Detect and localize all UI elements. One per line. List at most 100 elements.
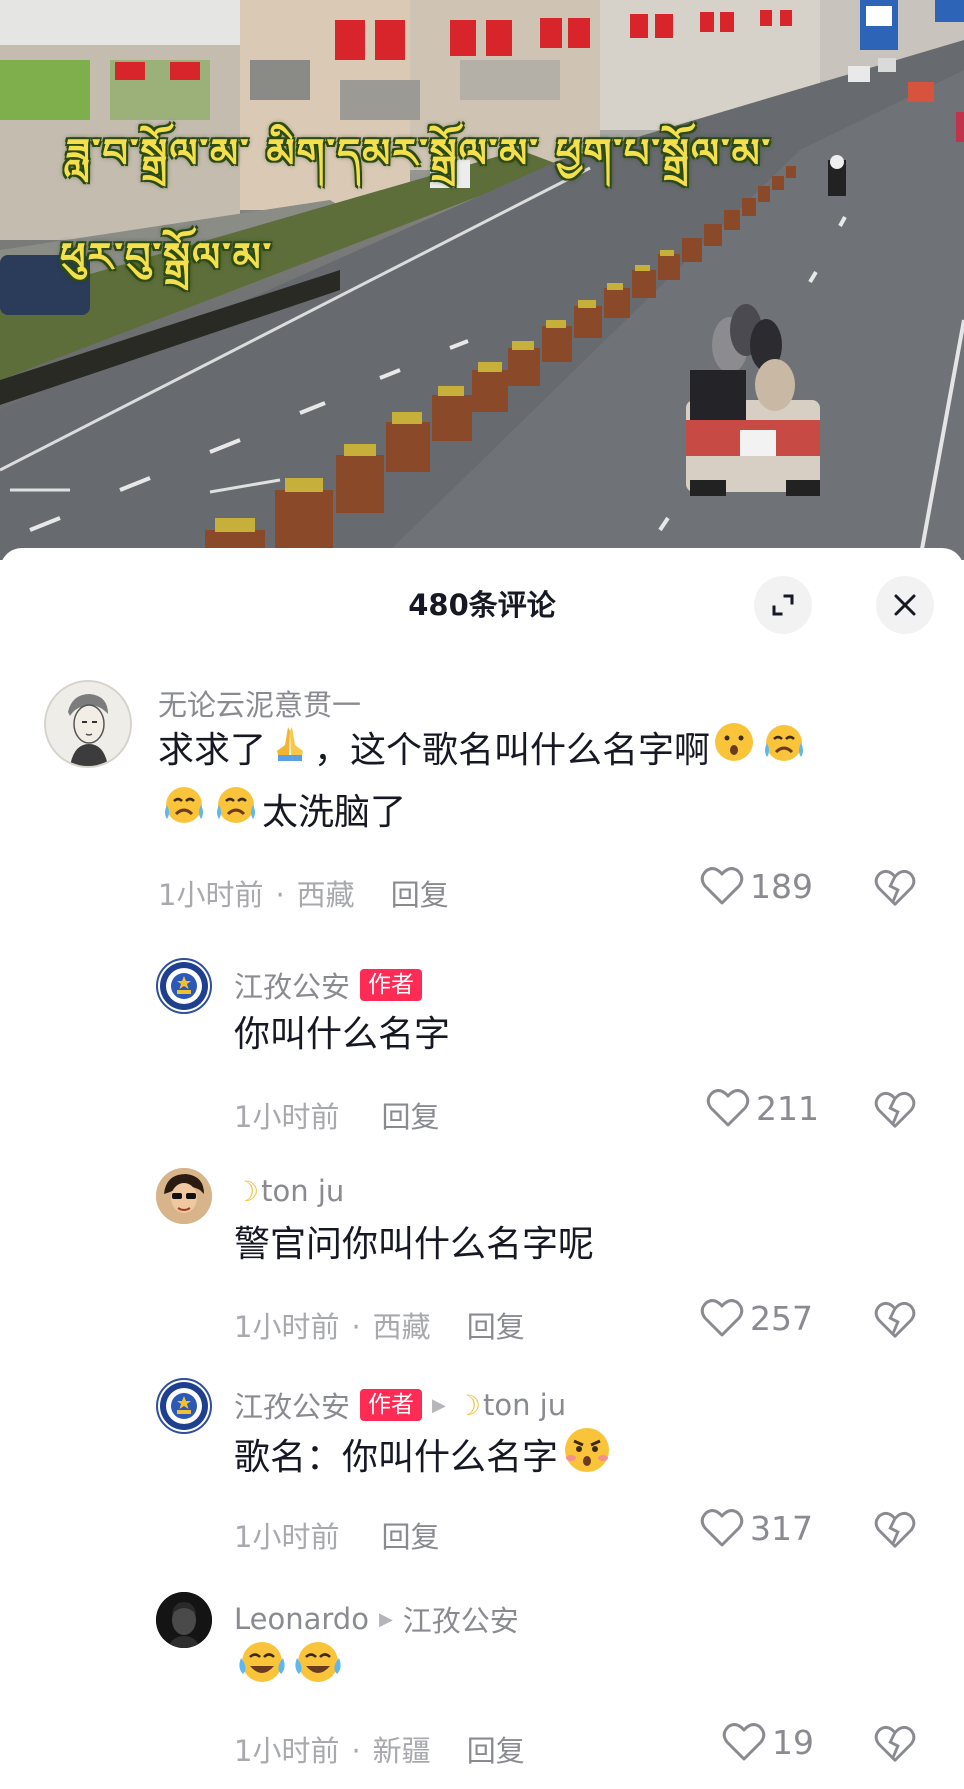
moon-icon: ☽ [234,1174,260,1208]
moon-icon: ☽ [455,1388,481,1422]
reply-to-arrow-icon: ▶ [432,1394,446,1416]
reply-button[interactable]: 回复 [391,878,449,912]
like-count: 189 [750,866,813,906]
comment-username[interactable]: 江孜公安 作者 ▶ ☽ ton ju [234,1384,566,1426]
heart-icon [700,1509,744,1547]
reply-button[interactable]: 回复 [381,1520,439,1554]
crying-face-emoji-icon [761,721,807,783]
comment-meta: 1小时前 · 新疆 回复 [234,1734,525,1768]
dislike-button[interactable] [874,1724,916,1768]
comment-text-line2: 太洗脑了 [158,782,406,845]
close-button[interactable] [876,576,934,634]
shocked-face-emoji-icon [561,1424,613,1494]
comment-text-part: 警官问你叫什么名字呢 [234,1224,595,1265]
reply-button[interactable]: 回复 [381,1100,439,1134]
comment-location: 西藏 [372,1310,431,1344]
reply-item: 江孜公安 作者 ▶ ☽ ton ju 歌名：你叫什么名字 1小时前 回复 317 [0,1378,964,1568]
comment-text: 求求了 ，这个歌名叫什么名字啊 [158,720,810,783]
comment-username[interactable]: 江孜公安 作者 [234,964,423,1006]
comment-count-title: 480条评论 [408,588,556,622]
comment-text-part: 求求了 [158,730,267,771]
comment-item: 无论云泥意贯一 求求了 ，这个歌名叫什么名字啊 太洗脑了 1小时前 · 西藏 回复 1… [0,680,964,940]
username-text: ton ju [261,1174,345,1208]
heart-icon [706,1089,750,1127]
comment-location: 新疆 [372,1734,431,1768]
heart-icon [700,867,744,905]
username-text: 江孜公安 [234,1390,351,1424]
broken-heart-icon [874,1725,916,1762]
reply-item: 江孜公安 作者 你叫什么名字 1小时前 回复 211 [0,958,964,1148]
like-button[interactable]: 189 [700,866,813,906]
reply-item: Leonardo ▶ 江孜公安 1小时前 · 新疆 回复 19 [0,1592,964,1782]
comment-text: 歌名：你叫什么名字 [234,1424,616,1494]
comment-text-part: 太洗脑了 [262,792,407,833]
dislike-button[interactable] [874,1090,916,1134]
like-count: 257 [750,1298,813,1338]
reply-item: ☽ ton ju 警官问你叫什么名字呢 1小时前 · 西藏 回复 257 [0,1168,964,1358]
comment-time: 1小时前 [234,1734,340,1768]
broken-heart-icon [874,869,916,906]
like-button[interactable]: 19 [722,1722,814,1762]
comment-username[interactable]: Leonardo ▶ 江孜公安 [234,1598,519,1640]
video-player[interactable]: ཟླ་བ་སྒྲོལ་མ་ མིག་དམར་སྒྲོལ་མ་ ཕྱག་པ་སྒྲ… [0,0,964,560]
police-emblem-icon [160,962,208,1010]
reply-button[interactable]: 回复 [467,1310,525,1344]
broken-heart-icon [874,1301,916,1338]
comment-text: 你叫什么名字 [234,1004,450,1066]
comment-location: 西藏 [296,878,355,912]
comment-time: 1小时前 [234,1100,340,1134]
comment-meta: 1小时前 回复 [234,1094,439,1136]
comments-sheet: 480条评论 无论云泥意贯一 求求了 ，这个歌名叫什么名字啊 太洗脑了 1小时前… [0,548,964,1789]
police-emblem-icon [160,1382,208,1430]
broken-heart-icon [874,1091,916,1128]
video-caption-line-1: ཟླ་བ་སྒྲོལ་མ་ མིག་དམར་སྒྲོལ་མ་ ཕྱག་པ་སྒྲ… [66,131,773,177]
comment-username[interactable]: 无论云泥意贯一 [158,682,361,724]
comment-text: 警官问你叫什么名字呢 [234,1214,594,1276]
comment-text-part: 歌名：你叫什么名字 [234,1437,559,1478]
avatar[interactable] [156,1378,212,1434]
comment-time: 1小时前 [234,1520,340,1554]
avatar[interactable] [156,958,212,1014]
like-count: 211 [756,1088,819,1128]
like-count: 317 [750,1508,813,1548]
tears-of-joy-emoji-icon [237,1638,287,1706]
avatar[interactable] [156,1592,212,1648]
crying-face-emoji-icon [161,783,207,845]
author-badge: 作者 [360,1389,423,1421]
avatar[interactable] [44,680,132,768]
comment-meta: 1小时前 回复 [234,1514,439,1556]
heart-icon [700,1299,744,1337]
reply-to-arrow-icon: ▶ [378,1608,393,1630]
dislike-button[interactable] [874,1510,916,1554]
username-text: Leonardo [234,1602,369,1636]
reply-to-username[interactable]: 江孜公安 [403,1598,519,1640]
video-caption-line-2: ཕུར་བུ་སྒྲོལ་མ་ [60,235,274,281]
avatar[interactable] [156,1168,212,1224]
expand-icon [772,594,794,616]
avatar-person-icon [156,1168,212,1224]
comment-text-part: 你叫什么名字 [234,1014,451,1055]
comment-time: 1小时前 [158,878,264,912]
comment-username[interactable]: ☽ ton ju [234,1174,344,1208]
dislike-button[interactable] [874,1300,916,1344]
praying-hands-emoji-icon [269,721,311,783]
heart-icon [722,1723,766,1761]
comment-time: 1小时前 [234,1310,340,1344]
like-button[interactable]: 257 [700,1298,813,1338]
like-count: 19 [772,1722,814,1762]
comment-text-part: ，这个歌名叫什么名字啊 [314,730,711,771]
expand-button[interactable] [754,576,812,634]
comment-text [234,1638,346,1706]
reply-to-username[interactable]: ton ju [483,1388,566,1422]
close-icon [894,594,916,616]
tears-of-joy-emoji-icon [293,1638,343,1706]
reply-button[interactable]: 回复 [467,1734,525,1768]
like-button[interactable]: 317 [700,1508,813,1548]
dislike-button[interactable] [874,868,916,912]
like-button[interactable]: 211 [706,1088,819,1128]
surprised-face-emoji-icon [713,721,755,783]
username-text: 江孜公安 [234,970,351,1004]
crying-face-emoji-icon [213,783,259,845]
username-text: 无论云泥意贯一 [158,688,362,722]
author-badge: 作者 [360,969,423,1001]
